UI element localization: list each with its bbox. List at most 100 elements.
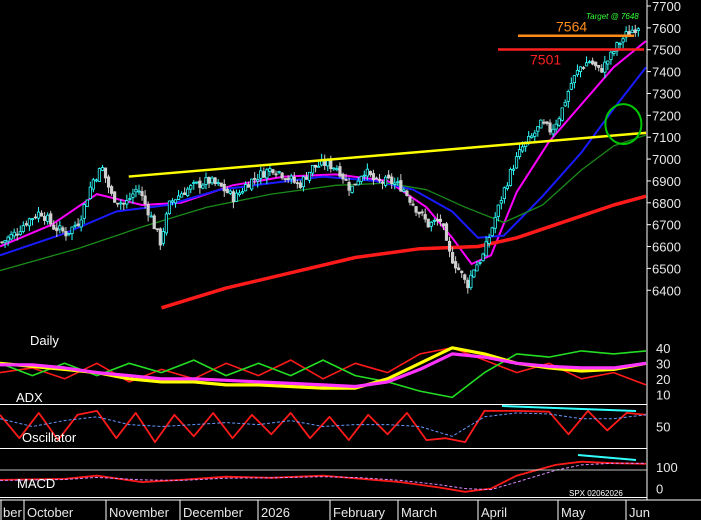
candle-body — [180, 193, 184, 198]
candle-body — [201, 184, 205, 189]
candle-body — [435, 219, 439, 222]
candle-body — [472, 269, 476, 278]
candle-body — [143, 195, 147, 205]
candle-body — [128, 198, 132, 200]
candle-body — [15, 233, 19, 236]
candle-body — [73, 224, 77, 227]
candle-body — [399, 180, 403, 192]
candle-body — [365, 168, 369, 177]
candle-body — [600, 68, 604, 73]
candle-body — [591, 60, 595, 65]
candle-body — [460, 270, 464, 274]
candle-body — [511, 168, 516, 171]
indicator-secondary-label: ADX — [16, 390, 43, 405]
x-tick-label: Jun — [629, 505, 650, 520]
candle-body — [88, 186, 92, 199]
candle-body — [450, 252, 455, 264]
candle-body — [326, 160, 330, 167]
candle-body — [27, 218, 32, 227]
candle-body — [362, 174, 366, 177]
candle-body — [307, 171, 312, 181]
candle-body — [417, 211, 421, 215]
candle-body — [490, 227, 494, 237]
y-tick-label: 7500 — [652, 43, 681, 58]
indicator-tick-label: 10 — [656, 387, 670, 402]
candle-body — [517, 149, 522, 158]
candle-body — [152, 215, 156, 230]
candle-body — [329, 159, 333, 170]
candle-body — [420, 211, 424, 214]
candle-body — [216, 182, 220, 184]
price-level-label: 7564 — [556, 19, 587, 35]
candle-body — [572, 75, 576, 84]
candle-body — [606, 60, 610, 65]
candle-body — [368, 170, 372, 176]
candle-body — [176, 195, 181, 200]
candle-body — [380, 181, 385, 184]
candle-body — [396, 181, 400, 184]
candle-body — [198, 180, 202, 188]
candle-body — [569, 83, 573, 90]
candle-body — [384, 176, 388, 186]
candle-body — [454, 261, 458, 269]
candle-body — [444, 223, 449, 241]
x-tick-label: March — [401, 505, 437, 520]
candle-body — [39, 212, 44, 217]
candle-body — [575, 70, 580, 76]
candle-body — [274, 173, 278, 176]
y-tick-label: 6900 — [652, 174, 681, 189]
candle-body — [493, 217, 497, 229]
y-tick-label: 7600 — [652, 21, 681, 36]
candle-body — [374, 177, 379, 180]
candle-body — [134, 188, 138, 193]
candle-body — [405, 190, 409, 196]
candle-body — [371, 173, 376, 181]
candle-body — [313, 164, 318, 168]
candle-body — [594, 61, 598, 67]
indicator-name-label: MACD — [17, 476, 55, 491]
candle-body — [612, 51, 616, 54]
candle-body — [195, 181, 199, 184]
candle-body — [636, 28, 640, 31]
candle-body — [204, 177, 208, 185]
candle-body — [633, 29, 637, 34]
candle-body — [131, 193, 135, 198]
candle-body — [161, 231, 165, 244]
candle-body — [70, 226, 74, 234]
candle-body — [30, 218, 35, 221]
y-tick-label: 6800 — [652, 196, 681, 211]
candle-body — [82, 204, 86, 219]
candle-body — [286, 177, 290, 181]
indicator-name-label: Daily — [30, 333, 59, 348]
x-tick-label: ber — [3, 505, 22, 520]
candle-body — [250, 178, 254, 190]
candle-body — [560, 107, 564, 121]
candle-body — [566, 90, 570, 102]
candle-body — [76, 223, 80, 226]
candle-body — [125, 200, 129, 205]
candle-body — [603, 61, 607, 73]
indicator-name-label: Oscillator — [22, 430, 77, 445]
y-tick-label: 6500 — [652, 261, 681, 276]
candle-body — [247, 184, 251, 188]
candle-body — [21, 225, 25, 232]
candle-body — [466, 279, 470, 289]
price-level-label: 7501 — [530, 52, 561, 68]
candle-body — [189, 185, 193, 190]
candle-body — [149, 215, 153, 218]
candle-body — [18, 231, 22, 235]
candle-body — [140, 191, 144, 197]
x-tick-label: December — [183, 505, 244, 520]
candle-body — [429, 221, 433, 227]
candle-body — [587, 61, 592, 64]
candle-body — [332, 167, 336, 170]
candle-body — [487, 237, 491, 244]
candle-body — [317, 165, 321, 168]
candle-body — [183, 192, 187, 196]
x-tick-label: May — [561, 505, 586, 520]
candle-body — [469, 274, 473, 289]
candle-body — [447, 240, 452, 252]
candle-body — [137, 190, 141, 193]
chart-canvas: 6400 6500 6600 6700 6800 6900 7000 7100 7200 7300… — [0, 0, 701, 520]
candle-body — [514, 156, 519, 169]
